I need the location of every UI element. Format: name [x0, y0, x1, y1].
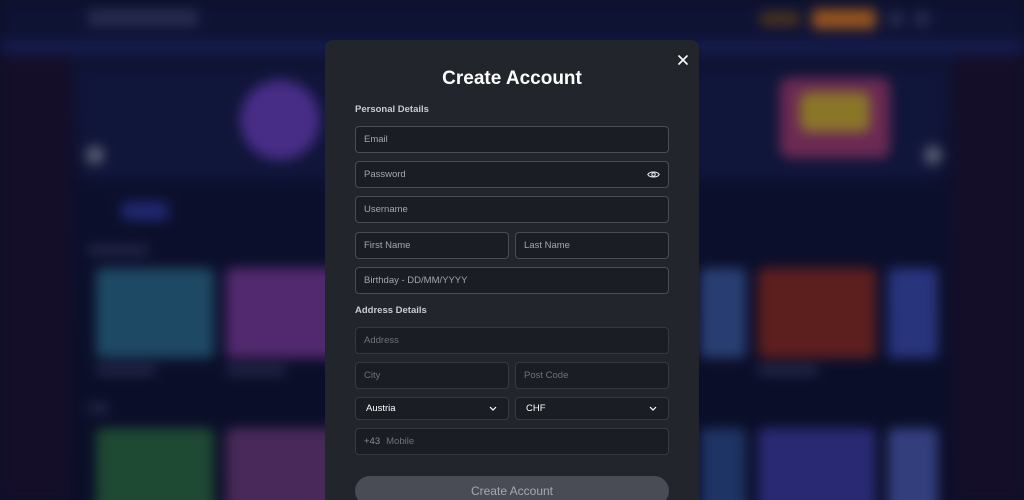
personal-details-label: Personal Details [355, 104, 429, 115]
last-name-input[interactable] [524, 240, 660, 251]
first-name-input[interactable] [364, 240, 500, 251]
currency-select[interactable]: CHF [515, 397, 669, 420]
address-field[interactable] [355, 327, 669, 354]
username-input[interactable] [364, 204, 660, 215]
last-name-field[interactable] [515, 232, 669, 259]
modal-title: Create Account [442, 68, 582, 89]
show-password-button[interactable] [646, 168, 660, 182]
password-input[interactable] [364, 169, 646, 180]
email-input[interactable] [364, 134, 660, 145]
city-input[interactable] [364, 370, 500, 381]
create-account-button[interactable]: Create Account [355, 476, 669, 500]
postcode-field[interactable] [515, 362, 669, 389]
close-icon [678, 55, 688, 65]
password-field[interactable] [355, 161, 669, 188]
postcode-input[interactable] [524, 370, 660, 381]
email-field[interactable] [355, 126, 669, 153]
chevron-down-icon [488, 404, 498, 414]
phone-prefix: +43 [364, 436, 381, 447]
eye-icon [646, 171, 660, 178]
first-name-field[interactable] [355, 232, 509, 259]
username-field[interactable] [355, 196, 669, 223]
address-details-label: Address Details [355, 305, 427, 316]
currency-value: CHF [526, 403, 546, 414]
city-field[interactable] [355, 362, 509, 389]
birthday-field[interactable] [355, 267, 669, 294]
address-input[interactable] [364, 335, 660, 346]
mobile-field[interactable]: +43 [355, 428, 669, 455]
close-button[interactable] [673, 50, 693, 70]
create-account-modal: Create Account Personal Details Address … [325, 40, 699, 500]
mobile-input[interactable] [386, 436, 660, 447]
chevron-down-icon [648, 404, 658, 414]
country-select[interactable]: Austria [355, 397, 509, 420]
birthday-input[interactable] [364, 275, 660, 286]
country-value: Austria [366, 403, 396, 414]
